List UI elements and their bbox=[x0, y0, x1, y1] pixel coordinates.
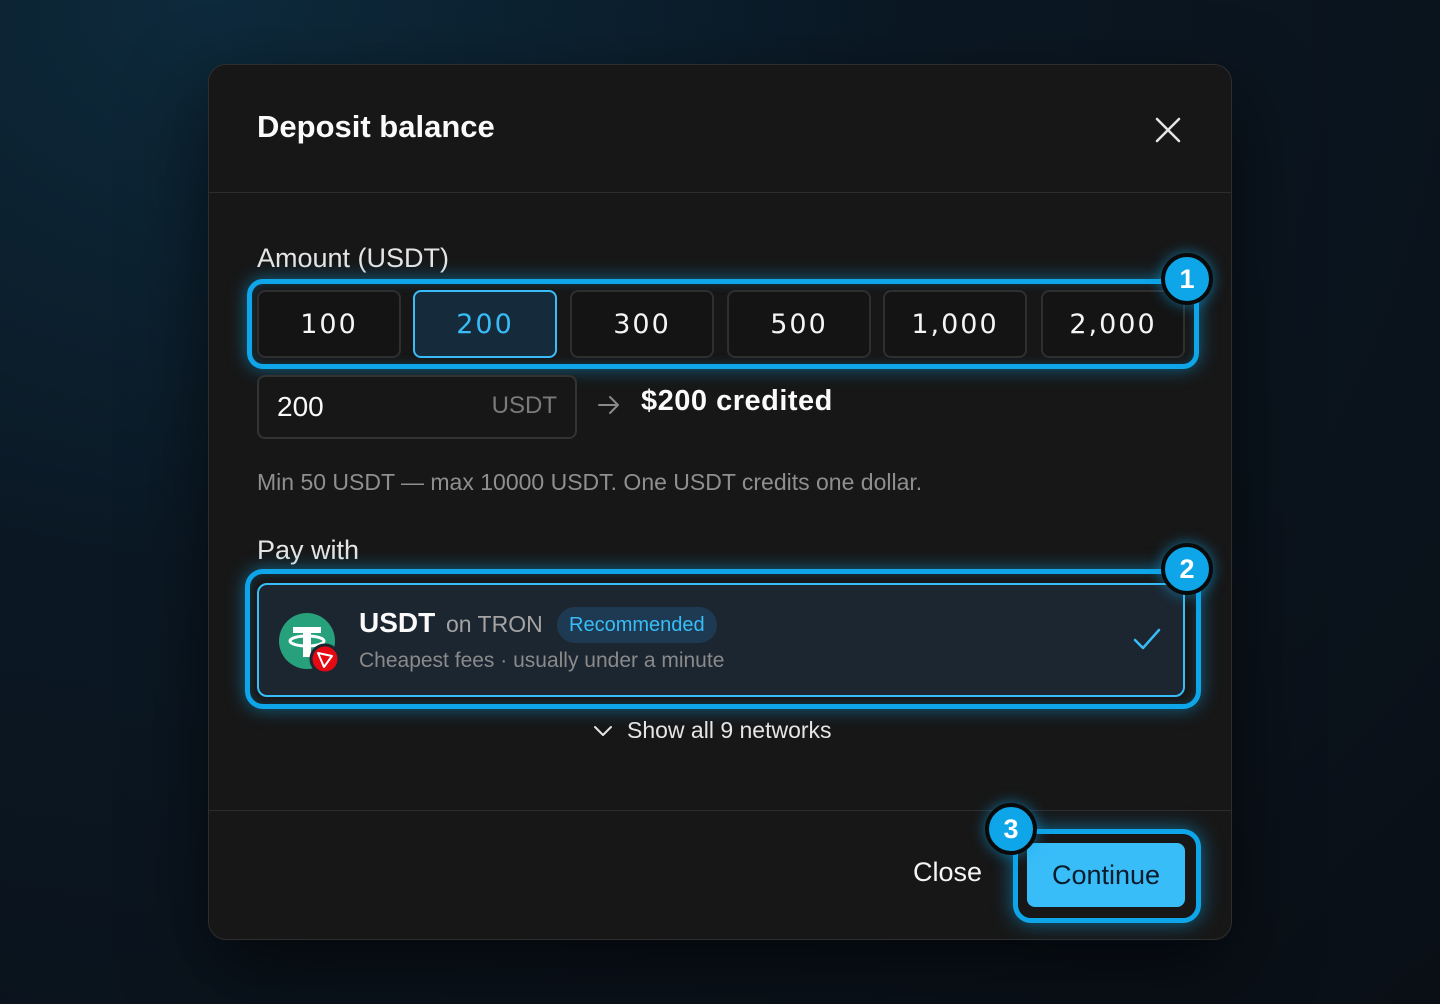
close-button[interactable]: Close bbox=[913, 857, 982, 888]
network-subtitle: Cheapest fees · usually under a minute bbox=[359, 649, 725, 672]
network-option-usdt-tron[interactable]: USDT on TRON Recommended Cheapest fees ·… bbox=[257, 583, 1185, 697]
amount-input-unit: USDT bbox=[491, 392, 557, 419]
step-badge-3: 3 bbox=[985, 803, 1037, 855]
step-badge-2: 2 bbox=[1161, 543, 1213, 595]
amount-label: Amount (USDT) bbox=[257, 243, 450, 273]
show-all-networks-label: Show all 9 networks bbox=[627, 717, 832, 743]
credited-amount: $200 credited bbox=[641, 385, 833, 417]
arrow-right-icon bbox=[595, 391, 623, 419]
close-icon[interactable] bbox=[1153, 115, 1183, 145]
tether-icon bbox=[279, 613, 341, 675]
modal-title: Deposit balance bbox=[257, 109, 495, 144]
amount-preset-1000[interactable]: 1,000 bbox=[883, 290, 1027, 358]
tron-icon bbox=[309, 643, 341, 675]
amount-hint: Min 50 USDT — max 10000 USDT. One USDT c… bbox=[257, 469, 923, 495]
network-chain: on TRON bbox=[446, 611, 543, 637]
recommended-badge: Recommended bbox=[557, 607, 717, 643]
show-all-networks-button[interactable]: Show all 9 networks bbox=[593, 717, 832, 744]
network-token: USDT bbox=[359, 607, 436, 638]
check-icon bbox=[1133, 627, 1161, 651]
step-badge-1: 1 bbox=[1161, 253, 1213, 305]
amount-preset-200[interactable]: 200 bbox=[413, 290, 557, 358]
amount-input-value: 200 bbox=[277, 391, 324, 422]
modal-header: Deposit balance bbox=[209, 65, 1231, 193]
continue-button[interactable]: Continue bbox=[1027, 843, 1185, 907]
amount-preset-2000[interactable]: 2,000 bbox=[1041, 290, 1185, 358]
footer-divider bbox=[209, 810, 1231, 811]
pay-with-label: Pay with bbox=[257, 535, 360, 565]
amount-preset-300[interactable]: 300 bbox=[570, 290, 714, 358]
deposit-modal: Deposit balance Amount (USDT) 100 200 30… bbox=[208, 64, 1232, 940]
chevron-down-icon bbox=[593, 717, 613, 744]
amount-preset-100[interactable]: 100 bbox=[257, 290, 401, 358]
amount-preset-500[interactable]: 500 bbox=[727, 290, 871, 358]
amount-input[interactable]: 200 USDT bbox=[257, 375, 577, 439]
